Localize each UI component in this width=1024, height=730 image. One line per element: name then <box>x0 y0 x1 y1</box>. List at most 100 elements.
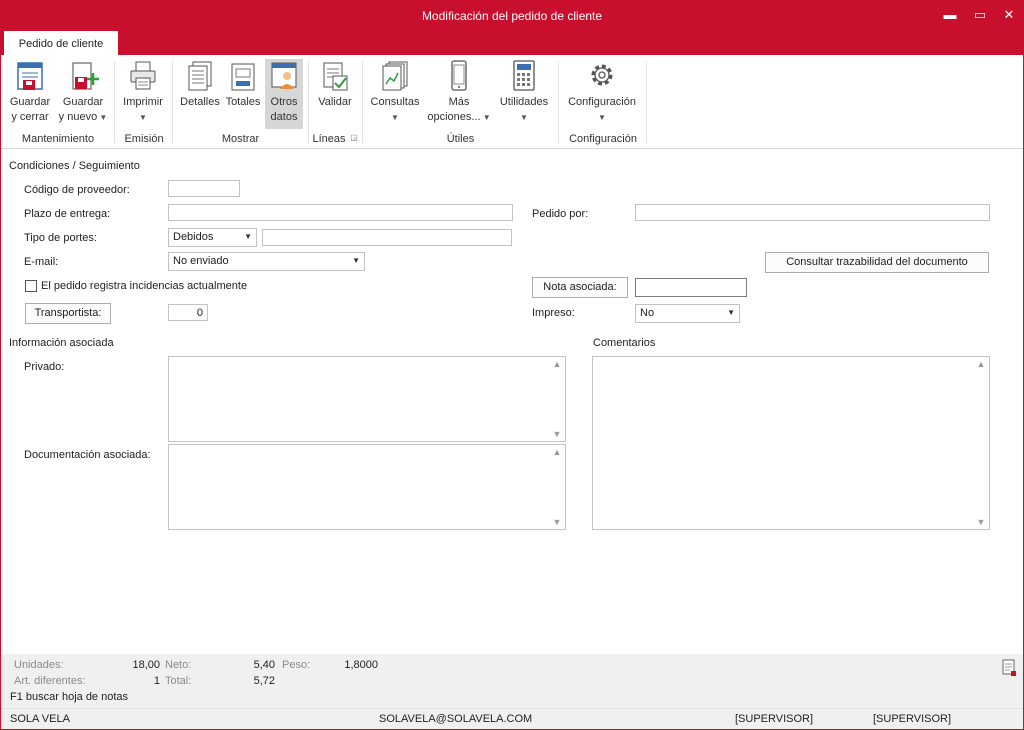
nota-asociada-input[interactable] <box>635 278 747 297</box>
utilidades-label: Utilidades <box>499 96 549 108</box>
group-mostrar: Mostrar <box>221 133 260 145</box>
tipo-portes-extra-input[interactable] <box>262 229 512 246</box>
chevron-down-icon: ▼ <box>391 113 399 122</box>
utilidades-button[interactable]: Utilidades ▼ <box>495 59 553 125</box>
mas-opciones-label-1: Más <box>448 96 470 108</box>
peso-value: 1,8000 <box>344 659 378 671</box>
company-email: SOLAVELA@SOLAVELA.COM <box>379 713 533 725</box>
printer-icon <box>130 61 156 90</box>
chevron-down-icon: ▼ <box>352 256 360 265</box>
email-select[interactable]: No enviado ▼ <box>168 252 365 271</box>
minimize-button[interactable]: ▬ <box>939 5 961 25</box>
title-bar: Modificación del pedido de cliente ▬ ▭ ✕ <box>1 1 1023 31</box>
guardar-nuevo-label-1: Guardar <box>62 96 104 108</box>
otros-datos-label-1: Otros <box>270 96 298 108</box>
reports-icon <box>382 61 408 91</box>
mas-opciones-label-2: opciones... <box>427 111 481 123</box>
chevron-down-icon: ▼ <box>727 308 735 317</box>
window-title: Modificación del pedido de cliente <box>421 9 603 23</box>
documentacion-label: Documentación asociada: <box>24 449 151 461</box>
configuracion-button[interactable]: Configuración ▼ <box>563 59 641 125</box>
close-button[interactable]: ✕ <box>998 5 1020 25</box>
mas-opciones-button[interactable]: Más opciones... ▼ <box>425 59 493 125</box>
detalles-label: Detalles <box>180 96 220 108</box>
documentacion-scrollbar[interactable]: ▲ ▼ <box>549 445 565 529</box>
scroll-down-icon[interactable]: ▼ <box>549 429 565 439</box>
impreso-label: Impreso: <box>532 307 575 319</box>
chevron-down-icon: ▼ <box>244 232 252 241</box>
impreso-select[interactable]: No ▼ <box>635 304 740 323</box>
ribbon-separator <box>172 61 173 143</box>
validar-button[interactable]: Validar <box>314 59 356 110</box>
validate-icon <box>323 62 348 91</box>
scroll-up-icon[interactable]: ▲ <box>973 359 989 369</box>
imprimir-button[interactable]: Imprimir ▼ <box>119 59 167 125</box>
pedido-por-label: Pedido por: <box>532 208 589 220</box>
nota-asociada-button[interactable]: Nota asociada: <box>532 277 628 298</box>
codigo-proveedor-input[interactable] <box>168 180 240 197</box>
scroll-up-icon[interactable]: ▲ <box>549 447 565 457</box>
transportista-input[interactable]: 0 <box>168 304 208 321</box>
plazo-entrega-input[interactable] <box>168 204 513 221</box>
imprimir-label: Imprimir <box>123 96 163 108</box>
notes-icon[interactable] <box>1001 659 1017 677</box>
incidencias-label: El pedido registra incidencias actualmen… <box>41 280 248 292</box>
privado-textarea[interactable]: ▲ ▼ <box>168 356 566 442</box>
calculator-icon <box>513 60 535 91</box>
comentarios-scrollbar[interactable]: ▲ ▼ <box>973 357 989 529</box>
scroll-down-icon[interactable]: ▼ <box>973 517 989 527</box>
guardar-nuevo-button[interactable]: Guardar y nuevo ▼ <box>57 59 109 125</box>
plazo-entrega-label: Plazo de entrega: <box>24 208 111 220</box>
impreso-value: No <box>640 307 655 319</box>
tipo-portes-label: Tipo de portes: <box>24 232 97 244</box>
transportista-button[interactable]: Transportista: <box>25 303 111 324</box>
totales-button[interactable]: Totales <box>223 59 263 110</box>
peso-label: Peso: <box>282 659 311 671</box>
email-label: E-mail: <box>24 256 59 268</box>
guardar-nuevo-label-2: y nuevo <box>58 111 98 123</box>
scroll-up-icon[interactable]: ▲ <box>549 359 565 369</box>
maximize-button[interactable]: ▭ <box>969 5 991 25</box>
dialog-launcher-icon[interactable]: ◲ <box>349 133 359 142</box>
consultas-button[interactable]: Consultas ▼ <box>367 59 423 125</box>
group-lineas: Líneas <box>312 133 346 145</box>
incidencias-checkbox[interactable] <box>25 280 37 292</box>
unidades-label: Unidades: <box>14 659 64 671</box>
codigo-proveedor-label: Código de proveedor: <box>24 184 130 196</box>
totales-label: Totales <box>225 96 261 108</box>
comentarios-textarea[interactable]: ▲ ▼ <box>592 356 990 530</box>
tipo-portes-select[interactable]: Debidos ▼ <box>168 228 257 247</box>
tipo-portes-value: Debidos <box>173 231 214 243</box>
ribbon-separator <box>362 61 363 143</box>
tab-pedido-de-cliente[interactable]: Pedido de cliente <box>4 31 118 55</box>
group-emision: Emisión <box>124 133 164 145</box>
footer-bar: SOLA VELA SOLAVELA@SOLAVELA.COM [SUPERVI… <box>1 708 1023 729</box>
detalles-button[interactable]: Detalles <box>178 59 222 110</box>
guardar-cerrar-label-1: Guardar <box>9 96 51 108</box>
otros-datos-button[interactable]: Otros datos <box>265 59 303 129</box>
neto-label: Neto: <box>165 659 192 671</box>
mobile-phone-icon <box>451 60 467 91</box>
pedido-por-input[interactable] <box>635 204 990 221</box>
scroll-down-icon[interactable]: ▼ <box>549 517 565 527</box>
chevron-down-icon: ▼ <box>139 113 147 122</box>
chevron-down-icon: ▼ <box>520 113 528 122</box>
save-close-icon <box>17 62 43 90</box>
documentacion-textarea[interactable]: ▲ ▼ <box>168 444 566 530</box>
consultas-label: Consultas <box>370 96 420 108</box>
group-utiles: Útiles <box>446 133 475 145</box>
user-label-1: [SUPERVISOR] <box>735 713 814 725</box>
user-document-icon <box>271 62 297 89</box>
user-label-2: [SUPERVISOR] <box>873 713 952 725</box>
chevron-down-icon: ▼ <box>480 113 491 122</box>
main-window: Modificación del pedido de cliente ▬ ▭ ✕… <box>0 0 1024 730</box>
neto-value: 5,40 <box>253 659 275 671</box>
art-diferentes-value: 1 <box>153 675 160 687</box>
guardar-cerrar-button[interactable]: Guardar y cerrar <box>7 59 53 125</box>
privado-scrollbar[interactable]: ▲ ▼ <box>549 357 565 441</box>
group-mantenimiento: Mantenimiento <box>21 133 95 145</box>
chevron-down-icon: ▼ <box>598 113 606 122</box>
art-diferentes-label: Art. diferentes: <box>14 675 86 687</box>
email-value: No enviado <box>173 255 229 267</box>
consultar-trazabilidad-button[interactable]: Consultar trazabilidad del documento <box>765 252 989 273</box>
